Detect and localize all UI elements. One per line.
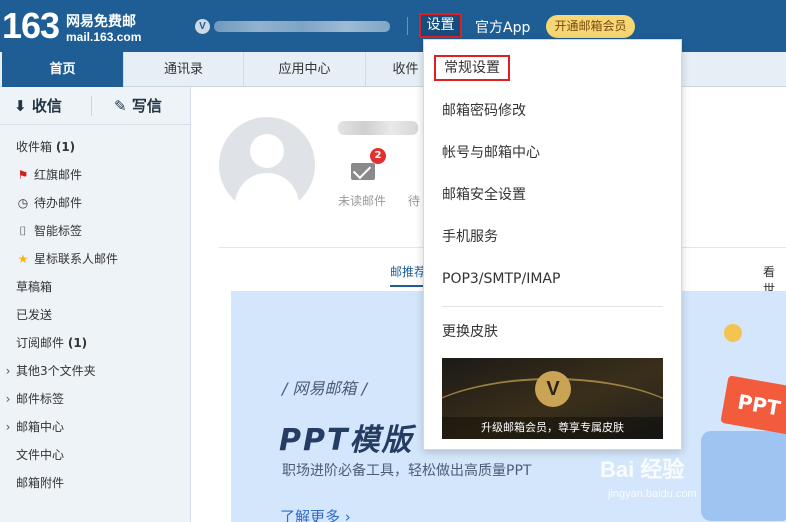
- menu-change-password[interactable]: 邮箱密码修改: [442, 100, 526, 122]
- chevron-right-icon: ›: [5, 364, 11, 378]
- folder-count: (1): [55, 140, 76, 154]
- tab-home[interactable]: 首页: [2, 52, 124, 87]
- folder-label: 草稿箱: [16, 280, 53, 294]
- watermark-logo: Bai 经验: [600, 457, 685, 482]
- menu-change-skin[interactable]: 更换皮肤: [442, 321, 498, 343]
- watermark-url: jingyan.baidu.com: [608, 488, 697, 500]
- menu-pop3-smtp-imap[interactable]: POP3/SMTP/IMAP: [442, 268, 560, 290]
- folder-label: 智能标签: [34, 224, 83, 238]
- folder-label: 红旗邮件: [34, 168, 83, 182]
- folder-label: 邮件标签: [16, 392, 65, 406]
- settings-dropdown: 常规设置 邮箱密码修改 帐号与邮箱中心 邮箱安全设置 手机服务 POP3/SMT…: [423, 39, 682, 450]
- receive-button[interactable]: ⬇ 收信: [14, 87, 62, 125]
- flag-icon: ⚑: [17, 168, 29, 182]
- banner-brand: / 网易邮箱 /: [282, 379, 367, 398]
- menu-general-settings[interactable]: 常规设置: [434, 55, 510, 81]
- menu-divider: [442, 306, 663, 307]
- folder-label: 星标联系人邮件: [34, 252, 119, 266]
- folder-mail-tags[interactable]: › 邮件标签: [0, 385, 191, 413]
- compose-row: ⬇ 收信 ✎ 写信: [0, 87, 191, 125]
- compose-divider: [91, 96, 92, 116]
- open-vip-button[interactable]: 开通邮箱会员: [546, 15, 635, 38]
- unread-badge: 2: [370, 148, 386, 164]
- chevron-right-icon: ›: [5, 392, 11, 406]
- menu-account-center[interactable]: 帐号与邮箱中心: [442, 142, 540, 164]
- logo-domain: mail.163.com: [66, 30, 142, 44]
- ppt-tag: PPT: [720, 375, 786, 435]
- vip-level-icon[interactable]: V: [195, 19, 210, 34]
- write-button[interactable]: ✎ 写信: [114, 87, 162, 125]
- username-blurred: [338, 121, 418, 135]
- write-label: 写信: [131, 97, 162, 115]
- avatar-body: [235, 173, 299, 213]
- star-icon: ★: [17, 252, 29, 266]
- folder-inbox[interactable]: 收件箱 (1): [0, 133, 191, 161]
- folder-subscriptions[interactable]: 订阅邮件 (1): [0, 329, 191, 357]
- learn-more-link[interactable]: 了解更多 ›: [280, 506, 351, 522]
- folder-sent[interactable]: 已发送: [0, 301, 191, 329]
- avatar-head: [250, 134, 284, 168]
- vip-v-icon: V: [535, 371, 571, 407]
- folder-label: 文件中心: [16, 448, 65, 462]
- decor-card: [701, 431, 786, 521]
- folder-smart-tags[interactable]: ⌷ 智能标签: [0, 217, 191, 245]
- folder-other[interactable]: › 其他3个文件夹: [0, 357, 191, 385]
- decor-circle: [724, 324, 742, 342]
- folder-label: 订阅邮件: [16, 336, 65, 350]
- folder-starred-contacts[interactable]: ★ 星标联系人邮件: [0, 245, 191, 273]
- folder-label: 收件箱: [16, 140, 53, 154]
- receive-label: 收信: [31, 97, 62, 115]
- official-app-link[interactable]: 官方App: [475, 17, 530, 37]
- user-account-blurred[interactable]: [214, 21, 390, 32]
- banner-subtitle: 职场进阶必备工具，轻松做出高质量PPT: [282, 463, 532, 479]
- folder-label: 待办邮件: [34, 196, 83, 210]
- folder-file-center[interactable]: 文件中心: [0, 441, 191, 469]
- settings-button[interactable]: 设置: [419, 13, 462, 38]
- logo-number[interactable]: 163: [2, 4, 60, 48]
- clock-icon: ◷: [17, 196, 29, 210]
- stat-todo-label[interactable]: 待: [408, 192, 420, 209]
- sidebar: ⬇ 收信 ✎ 写信 收件箱 (1) ⚑ 红旗邮件 ◷ 待办邮件 ⌷ 智能标签 ★ 星标联…: [0, 87, 191, 522]
- folder-label: 邮箱中心: [16, 420, 65, 434]
- bookmark-icon: ⌷: [19, 224, 27, 238]
- folder-label: 已发送: [16, 308, 53, 322]
- tab-contacts[interactable]: 通讯录: [124, 52, 244, 87]
- banner-title: PPT模版: [279, 423, 414, 458]
- download-icon: ⬇: [14, 97, 27, 115]
- skin-promo-banner[interactable]: V 升级邮箱会员，尊享专属皮肤: [442, 358, 663, 439]
- folder-label: 邮箱附件: [16, 476, 65, 490]
- logo-name: 网易免费邮: [66, 14, 136, 30]
- stat-unread-label[interactable]: 未读邮件: [338, 192, 386, 209]
- skin-caption: 升级邮箱会员，尊享专属皮肤: [442, 417, 663, 439]
- folder-drafts[interactable]: 草稿箱: [0, 273, 191, 301]
- folder-attachments[interactable]: 邮箱附件: [0, 469, 191, 497]
- folder-flagged[interactable]: ⚑ 红旗邮件: [0, 161, 191, 189]
- tab-recommend[interactable]: 邮推荐: [390, 263, 427, 287]
- envelope-icon[interactable]: [351, 163, 375, 180]
- folder-label: 其他3个文件夹: [16, 364, 96, 378]
- menu-mobile-service[interactable]: 手机服务: [442, 226, 498, 248]
- folder-todo[interactable]: ◷ 待办邮件: [0, 189, 191, 217]
- menu-security-settings[interactable]: 邮箱安全设置: [442, 184, 526, 206]
- header-divider: [407, 17, 408, 35]
- tab-app-center[interactable]: 应用中心: [244, 52, 366, 87]
- folder-mailbox-center[interactable]: › 邮箱中心: [0, 413, 191, 441]
- chevron-right-icon: ›: [5, 420, 11, 434]
- folder-count: (1): [67, 336, 88, 350]
- avatar[interactable]: [219, 117, 315, 213]
- edit-icon: ✎: [114, 97, 127, 115]
